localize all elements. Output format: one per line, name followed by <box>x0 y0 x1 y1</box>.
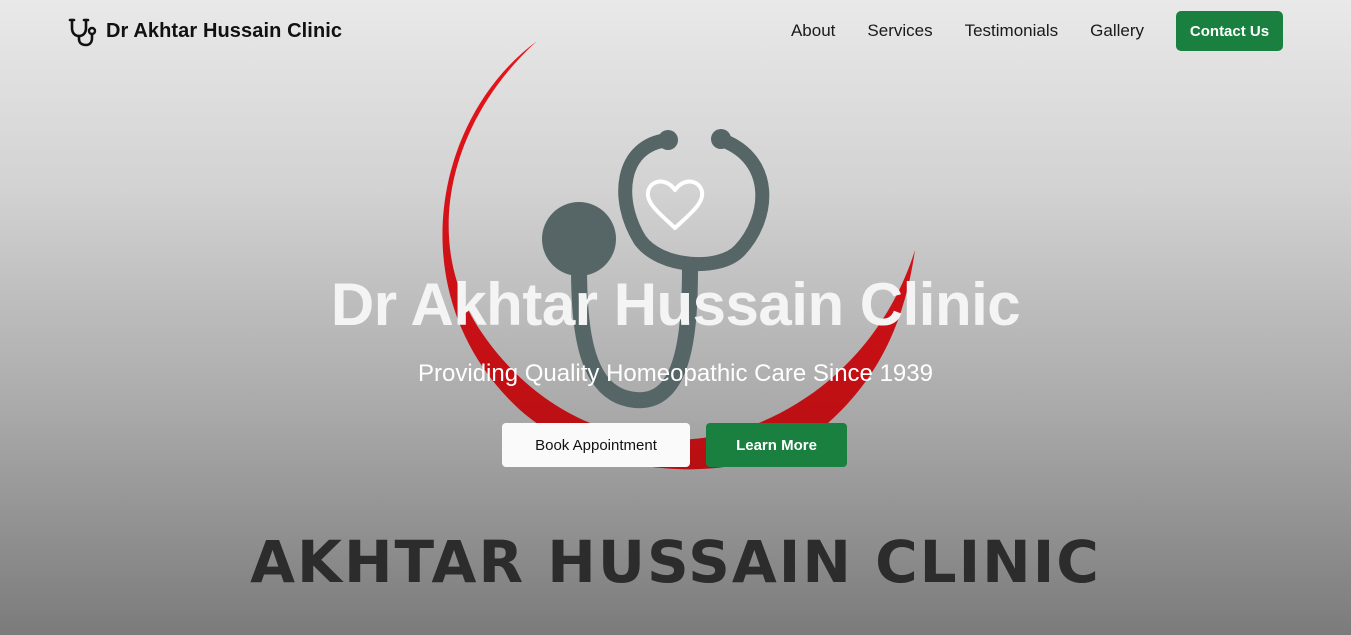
nav-link-about[interactable]: About <box>791 21 835 41</box>
logo-wordmark: AKHTAR HUSSAIN CLINIC <box>250 528 1101 596</box>
stethoscope-icon <box>68 18 97 47</box>
contact-us-button[interactable]: Contact Us <box>1176 11 1283 51</box>
stethoscope-earpiece-left <box>658 130 678 150</box>
top-navbar: Dr Akhtar Hussain Clinic About Services … <box>0 0 1351 62</box>
nav-link-gallery[interactable]: Gallery <box>1090 21 1144 41</box>
heart-icon <box>645 179 705 230</box>
hero-buttons: Book Appointment Learn More <box>502 423 847 467</box>
nav-link-testimonials[interactable]: Testimonials <box>965 21 1059 41</box>
learn-more-button[interactable]: Learn More <box>706 423 847 467</box>
brand-name: Dr Akhtar Hussain Clinic <box>106 19 343 42</box>
nav-links: About Services Testimonials Gallery Cont… <box>791 11 1283 51</box>
hero-subtitle: Providing Quality Homeopathic Care Since… <box>418 360 933 387</box>
stethoscope-earpiece-right <box>711 129 731 149</box>
stethoscope-binaural <box>618 133 770 272</box>
nav-link-services[interactable]: Services <box>867 21 932 41</box>
brand-logo-link[interactable]: Dr Akhtar Hussain Clinic <box>66 14 342 48</box>
book-appointment-button[interactable]: Book Appointment <box>502 423 690 467</box>
hero-title: Dr Akhtar Hussain Clinic <box>330 271 1021 338</box>
